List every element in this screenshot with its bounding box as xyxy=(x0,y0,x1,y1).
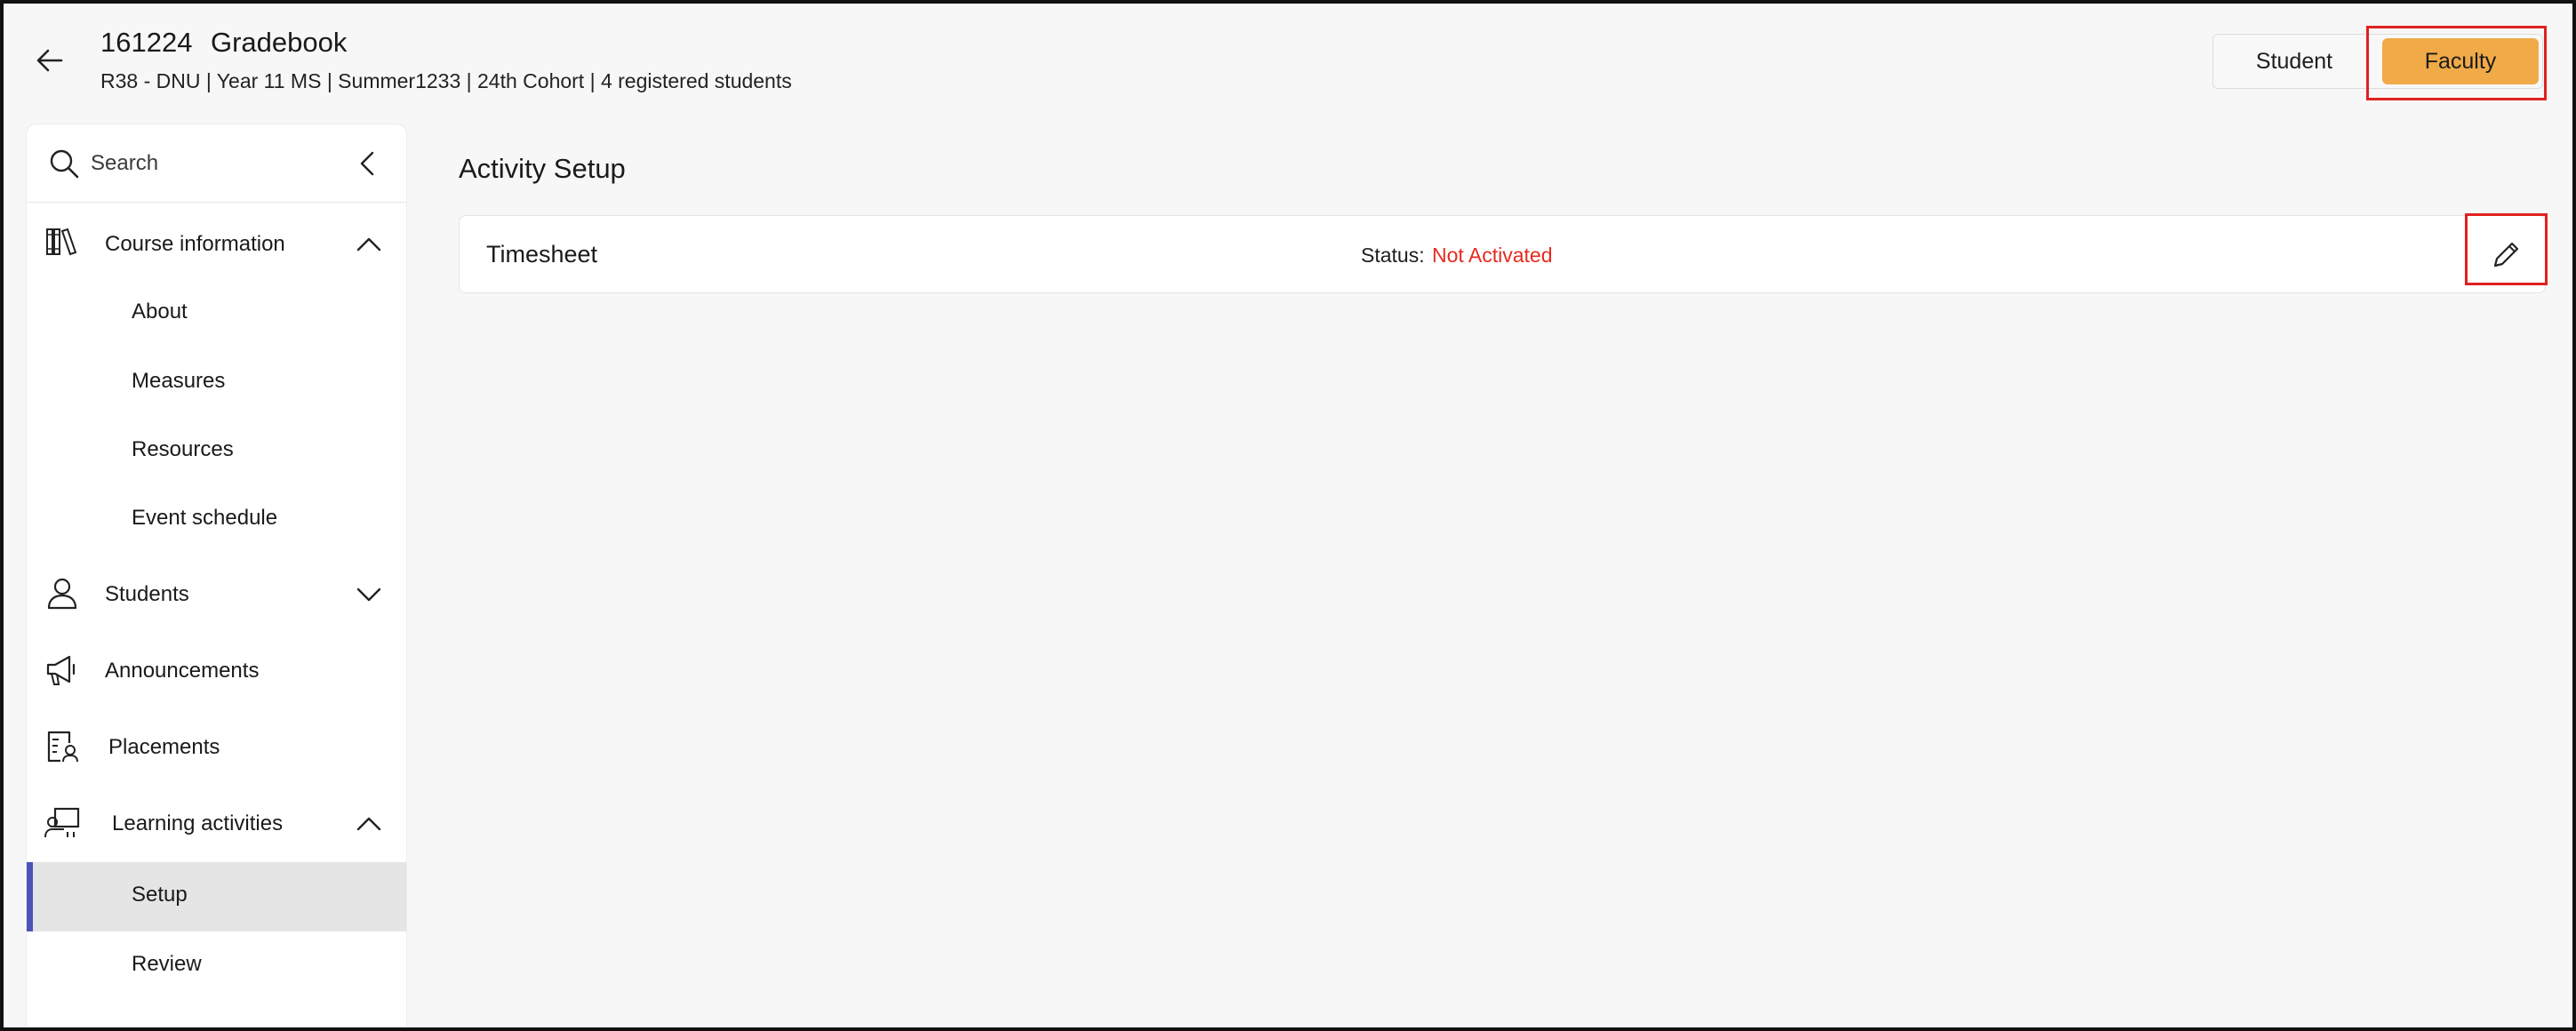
sidebar: Course information About Measures Resour… xyxy=(26,124,407,1031)
chevron-up-icon[interactable] xyxy=(354,809,384,839)
sidebar-item-announcements[interactable]: Announcements xyxy=(27,633,406,709)
sidebar-item-placements[interactable]: Placements xyxy=(27,709,406,786)
sidebar-item-learning-activities[interactable]: Learning activities xyxy=(27,786,406,862)
collapse-sidebar-icon[interactable] xyxy=(352,148,384,180)
sidebar-item-label: Resources xyxy=(132,437,234,461)
sidebar-item-students[interactable]: Students xyxy=(27,556,406,633)
activity-name: Timesheet xyxy=(486,241,598,268)
faculty-toggle-button[interactable]: Faculty xyxy=(2382,38,2539,84)
sidebar-item-review[interactable]: Review xyxy=(27,931,406,999)
student-toggle-button[interactable]: Student xyxy=(2213,38,2375,84)
sidebar-search xyxy=(27,124,406,203)
sidebar-item-about[interactable]: About xyxy=(27,279,406,347)
role-toggle: Student Faculty xyxy=(2212,34,2543,89)
sidebar-item-course-information[interactable]: Course information xyxy=(27,206,406,283)
sidebar-item-label: Announcements xyxy=(105,659,260,683)
placement-icon xyxy=(47,731,78,763)
search-input[interactable] xyxy=(91,146,322,181)
library-books-icon xyxy=(46,228,77,256)
chevron-up-icon[interactable] xyxy=(354,229,384,260)
sidebar-item-label: Setup xyxy=(132,883,188,907)
sidebar-item-label: Measures xyxy=(132,369,226,393)
status-badge: Not Activated xyxy=(1432,244,1553,267)
page-title: Gradebook xyxy=(211,27,348,58)
sidebar-item-label: About xyxy=(132,300,188,324)
course-meta: R38 - DNU | Year 11 MS | Summer1233 | 24… xyxy=(100,69,792,92)
sidebar-item-label: Event schedule xyxy=(132,506,278,530)
sidebar-item-label: Placements xyxy=(108,735,220,759)
activity-row: Timesheet Status: Not Activated xyxy=(459,215,2546,293)
megaphone-icon xyxy=(46,655,76,685)
section-title: Activity Setup xyxy=(459,153,626,184)
sidebar-item-label: Students xyxy=(105,582,189,606)
person-icon xyxy=(47,578,77,610)
teacher-board-icon xyxy=(44,807,80,838)
back-button[interactable] xyxy=(28,39,71,82)
sidebar-item-event-schedule[interactable]: Event schedule xyxy=(27,485,406,553)
status-label: Status: xyxy=(1361,244,1425,267)
sidebar-item-resources[interactable]: Resources xyxy=(27,417,406,484)
sidebar-item-setup[interactable]: Setup xyxy=(27,862,406,931)
search-icon xyxy=(50,149,79,179)
course-code: 161224 xyxy=(100,27,193,58)
arrow-left-icon xyxy=(36,49,63,72)
sidebar-item-label: Course information xyxy=(105,232,285,256)
sidebar-item-label: Learning activities xyxy=(112,811,284,835)
pencil-icon[interactable] xyxy=(2488,237,2524,273)
sidebar-item-label: Review xyxy=(132,952,202,976)
chevron-down-icon[interactable] xyxy=(354,579,384,610)
sidebar-item-measures[interactable]: Measures xyxy=(27,348,406,416)
active-indicator xyxy=(27,862,33,931)
